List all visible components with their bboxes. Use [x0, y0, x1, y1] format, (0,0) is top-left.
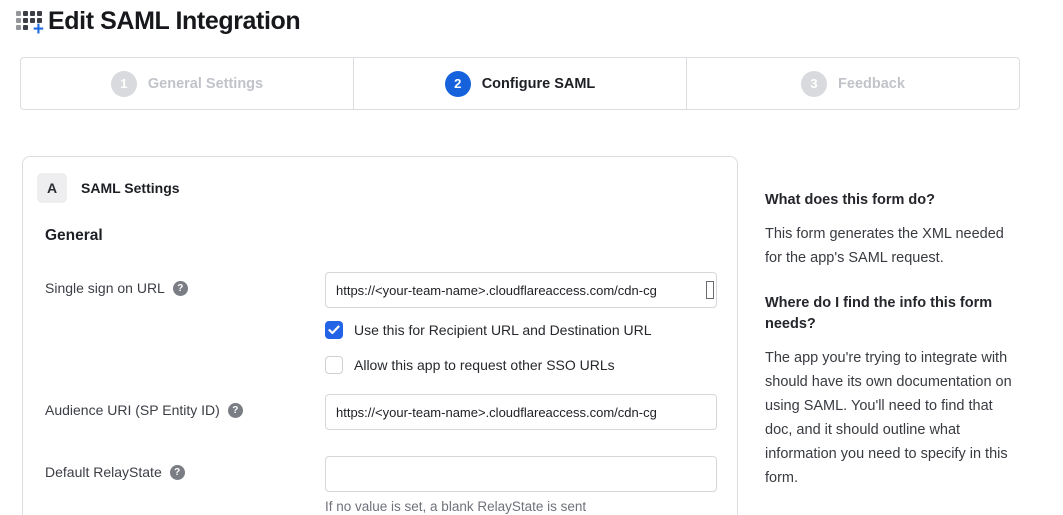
step-2-number-badge: 2 — [445, 71, 471, 97]
audience-uri-label-group: Audience URI (SP Entity ID) ? — [45, 402, 243, 418]
single-sign-on-url-label-group: Single sign on URL ? — [45, 280, 188, 296]
single-sign-on-url-input-wrap — [325, 272, 717, 308]
step-3-label: Feedback — [838, 76, 905, 92]
step-configure-saml[interactable]: 2 Configure SAML — [353, 58, 686, 109]
app-grid-plus-icon: + — [15, 8, 45, 35]
default-relaystate-label-group: Default RelayState ? — [45, 464, 185, 480]
help-icon[interactable]: ? — [228, 403, 243, 418]
general-group-title: General — [45, 227, 103, 245]
section-title: SAML Settings — [81, 180, 180, 196]
text-cursor — [706, 281, 714, 299]
page-header: + Edit SAML Integration — [15, 7, 300, 36]
checkmark-icon — [328, 325, 340, 335]
other-sso-urls-checkbox-row[interactable]: Allow this app to request other SSO URLs — [325, 356, 717, 374]
help-sidebar: What does this form do? This form genera… — [765, 190, 1017, 513]
wizard-steps: 1 General Settings 2 Configure SAML 3 Fe… — [20, 57, 1020, 110]
other-sso-urls-checkbox-label: Allow this app to request other SSO URLs — [354, 357, 615, 373]
saml-settings-panel: A SAML Settings General Single sign on U… — [22, 156, 738, 515]
help-answer-1: This form generates the XML needed for t… — [765, 222, 1017, 270]
help-icon[interactable]: ? — [173, 281, 188, 296]
section-a-badge: A — [37, 173, 67, 203]
audience-uri-input[interactable] — [325, 394, 717, 430]
step-3-number-badge: 3 — [801, 71, 827, 97]
section-header: A SAML Settings — [37, 173, 180, 203]
other-sso-urls-checkbox[interactable] — [325, 356, 343, 374]
help-question-1: What does this form do? — [765, 190, 1017, 211]
help-icon[interactable]: ? — [170, 465, 185, 480]
default-relaystate-label: Default RelayState — [45, 464, 162, 480]
relaystate-hint: If no value is set, a blank RelayState i… — [325, 499, 717, 514]
edit-saml-integration-page: + Edit SAML Integration 1 General Settin… — [0, 0, 1063, 515]
step-1-label: General Settings — [148, 76, 263, 92]
single-sign-on-url-label: Single sign on URL — [45, 280, 165, 296]
step-1-number-badge: 1 — [111, 71, 137, 97]
recipient-url-checkbox[interactable] — [325, 321, 343, 339]
help-question-2: Where do I find the info this form needs… — [765, 293, 1017, 335]
single-sign-on-url-input[interactable] — [325, 272, 717, 308]
plus-icon: + — [33, 20, 44, 39]
page-title: Edit SAML Integration — [48, 7, 300, 36]
step-2-label: Configure SAML — [482, 76, 596, 92]
recipient-url-checkbox-label: Use this for Recipient URL and Destinati… — [354, 322, 652, 338]
audience-uri-label: Audience URI (SP Entity ID) — [45, 402, 220, 418]
step-general-settings[interactable]: 1 General Settings — [21, 58, 353, 109]
default-relaystate-input[interactable] — [325, 456, 717, 492]
recipient-url-checkbox-row[interactable]: Use this for Recipient URL and Destinati… — [325, 321, 717, 339]
help-answer-2: The app you're trying to integrate with … — [765, 346, 1017, 490]
step-feedback[interactable]: 3 Feedback — [686, 58, 1019, 109]
